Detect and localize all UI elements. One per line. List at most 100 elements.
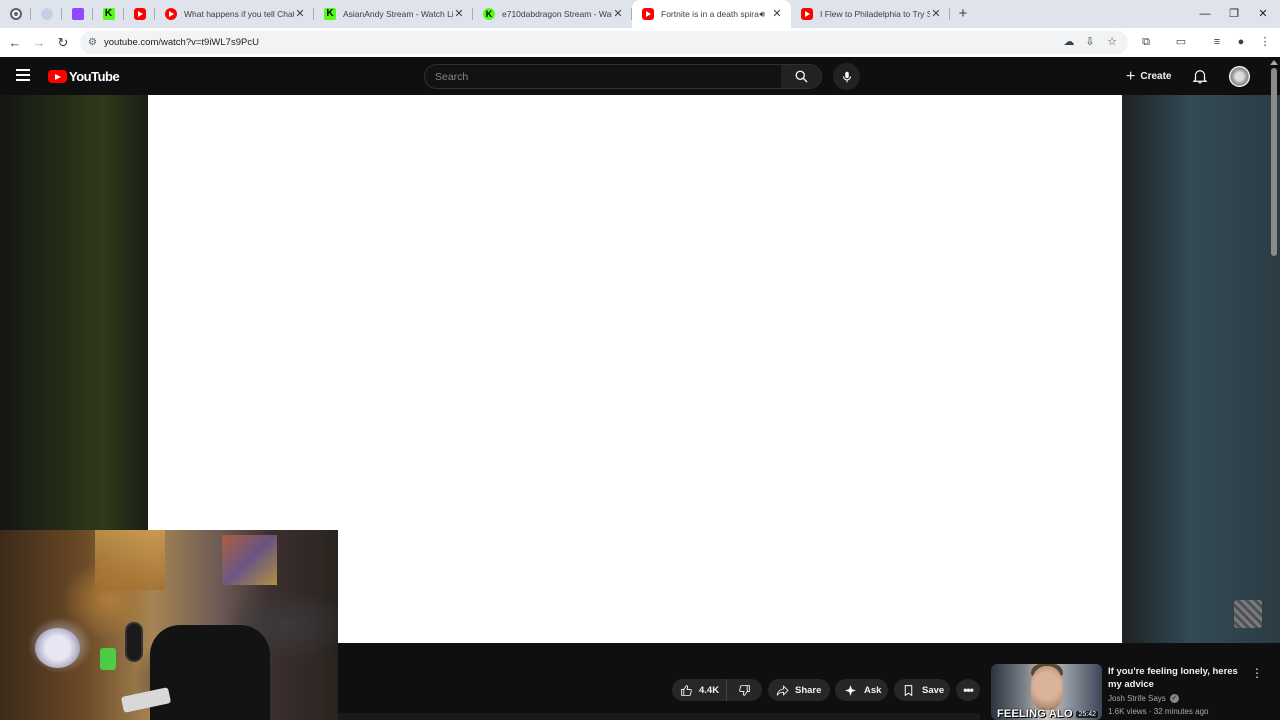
menu-icon[interactable] [16,69,30,81]
close-icon[interactable]: ✕ [453,8,465,20]
tab-title: I Flew to Philadelphia to Try Sa [820,9,930,19]
search-box [424,64,782,89]
like-button[interactable]: 4.4K [672,679,727,701]
thumbs-up-icon [681,684,692,696]
kick-icon: K [324,8,336,20]
cloud-save-icon[interactable]: ☁ [1061,34,1077,50]
kick-icon: K [483,8,495,20]
like-count: 4.4K [699,684,720,696]
youtube-wordmark: YouTube [69,69,120,84]
pinned-tab-youtube[interactable] [124,0,155,28]
verified-icon: ✓ [1169,694,1179,703]
close-icon[interactable]: ✕ [771,8,783,20]
page-scrollbar[interactable] [1271,68,1277,256]
create-button[interactable]: + Create [1120,64,1181,89]
create-label: Create [1140,71,1172,82]
youtube-icon [642,8,654,20]
close-icon[interactable]: ✕ [294,8,306,20]
pinned-tab-twitch[interactable] [62,0,93,28]
close-icon[interactable]: ✕ [930,8,942,20]
recommended-meta: 1.6K views · 32 minutes ago [1108,707,1209,716]
browser-tab[interactable]: What happens if you tell ChatG ✕ [155,0,314,28]
cast-icon[interactable]: ▭ [1173,34,1189,50]
like-dislike-group: 4.4K [672,679,762,701]
extensions-icon[interactable]: ⧉ [1138,34,1154,50]
search-icon [795,70,808,83]
webcam-plush [35,628,80,668]
tab-title: What happens if you tell ChatG [184,9,294,19]
search-button[interactable] [781,64,822,89]
thumbnail-text: FEELING ALO [997,708,1073,720]
address-url: youtube.com/watch?v=t9iWL7s9PcU [103,37,259,48]
ask-label: Ask [864,684,882,696]
share-button[interactable]: Share [768,679,830,701]
close-icon[interactable]: ✕ [612,8,624,20]
install-icon[interactable]: ⇩ [1082,34,1098,50]
bookmark-star-icon[interactable]: ☆ [1104,34,1120,50]
speaker-icon[interactable]: 🔊︎ [759,9,765,20]
avatar[interactable] [1229,66,1250,87]
recommended-channel[interactable]: Josh Strife Says ✓ [1108,694,1179,703]
youtube-header: YouTube + Create [0,57,1280,95]
notifications-button[interactable] [1189,65,1211,87]
more-actions-button[interactable]: ••• [956,679,980,701]
youtube-play-icon [48,70,67,83]
share-label: Share [795,684,822,696]
tab-title: e710dabdragon Stream - Watch [502,9,612,19]
save-button[interactable]: Save [894,679,950,701]
browser-tab-active[interactable]: Fortnite is in a death spiral 🔊︎ ✕ [632,0,791,28]
sparkle-icon [845,684,856,696]
twitch-icon [71,8,84,20]
youtube-icon [165,8,177,20]
webcam-light [100,648,116,670]
browser-tab[interactable]: K AsianAndy Stream - Watch Live ✕ [314,0,473,28]
site-info-icon[interactable]: ⚙ [88,37,97,48]
forward-icon[interactable]: → [27,31,51,55]
tab-title: AsianAndy Stream - Watch Live [343,9,453,19]
browser-menu-icon[interactable]: ⋮ [1257,34,1273,50]
back-icon[interactable]: ← [3,31,27,55]
search-input[interactable] [435,70,781,83]
more-vert-icon[interactable]: ⋮ [1251,666,1263,680]
browser-tab[interactable]: K e710dabdragon Stream - Watch ✕ [473,0,632,28]
reload-icon[interactable]: ↻ [51,31,75,55]
video-duration: 25:42 [1076,711,1098,718]
plus-icon: + [1126,67,1136,85]
webcam-microphone [125,622,143,662]
pinned-tab-chrome[interactable] [0,0,31,28]
channel-name: Josh Strife Says [1108,694,1166,703]
address-bar[interactable]: ⚙ youtube.com/watch?v=t9iWL7s9PcU [80,31,1128,54]
profile-icon[interactable]: ● [1233,34,1249,50]
chrome-icon [9,8,22,20]
reading-list-icon[interactable]: ≡ [1209,34,1225,50]
bell-icon [1192,70,1208,84]
webcam-chair [150,625,270,720]
youtube-icon [133,8,146,20]
channel-watermark[interactable] [1234,600,1262,628]
save-label: Save [922,684,945,696]
dislike-button[interactable] [727,684,762,697]
recommended-title[interactable]: If you're feeling lonely, heres my advic… [1108,665,1248,691]
thumbnail-face [1031,666,1063,710]
webcam-shelf [95,530,165,590]
share-icon [776,684,789,696]
pinned-tab-cloud[interactable] [31,0,62,28]
recommended-video[interactable]: FEELING ALO 25:42 If you're feeling lone… [991,664,1271,720]
comments-divider [338,713,980,720]
browser-tab[interactable]: I Flew to Philadelphia to Try Sa ✕ [791,0,950,28]
webcam-poster [222,535,277,585]
microphone-icon [842,71,851,82]
ask-button[interactable]: Ask [835,679,888,701]
thumbs-down-icon [739,684,750,696]
browser-tab-strip: K What happens if you tell ChatG ✕ K Asi… [0,0,1280,28]
new-tab-button[interactable]: + [950,0,976,28]
voice-search-button[interactable] [833,63,860,90]
scroll-up-arrow[interactable] [1270,60,1278,65]
video-thumbnail[interactable]: FEELING ALO 25:42 [991,664,1102,720]
youtube-icon [801,8,813,20]
bookmark-icon [904,684,913,696]
youtube-logo[interactable]: YouTube [48,69,120,84]
window-close-icon[interactable]: ✕ [1246,0,1280,28]
tab-title: Fortnite is in a death spiral [661,9,760,19]
pinned-tab-kick[interactable]: K [93,0,124,28]
